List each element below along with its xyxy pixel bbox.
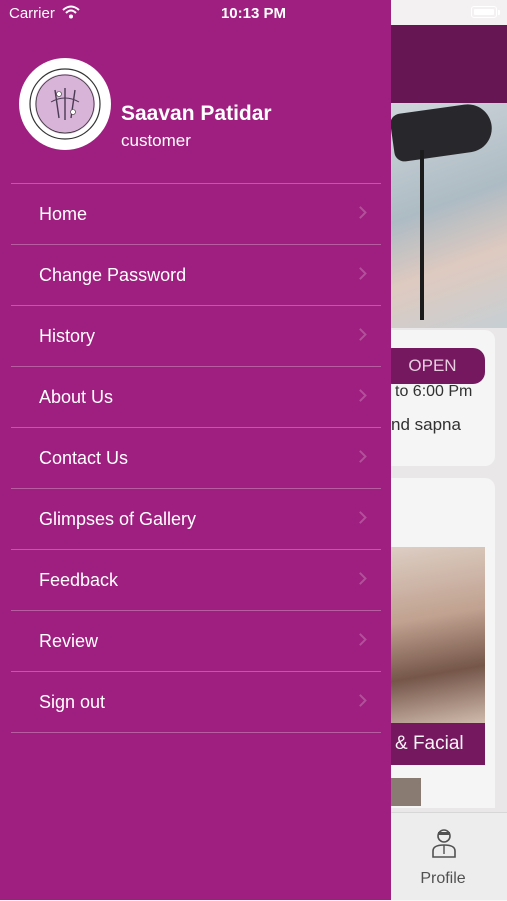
status-bar: Carrier 10:13 PM [0,0,507,25]
avatar[interactable] [19,58,111,150]
chevron-right-icon [354,389,367,402]
menu-item-label: Contact Us [39,448,129,468]
chevron-right-icon [354,572,367,585]
battery-tip [498,10,500,15]
menu-item-label: Glimpses of Gallery [39,509,197,529]
menu-item-sign-out[interactable]: Sign out [11,672,381,733]
menu-item-home[interactable]: Home [11,184,381,245]
chevron-right-icon [354,206,367,219]
menu-item-about-us[interactable]: About Us [11,367,381,428]
menu-item-review[interactable]: Review [11,611,381,672]
menu-item-label: History [39,326,96,346]
menu-item-history[interactable]: History [11,306,381,367]
chevron-right-icon [354,267,367,280]
chevron-right-icon [354,633,367,646]
menu-item-label: Change Password [39,265,187,285]
menu-item-label: Review [39,631,99,651]
battery-icon [471,6,497,18]
menu-item-gallery[interactable]: Glimpses of Gallery [11,489,381,550]
menu-item-feedback[interactable]: Feedback [11,550,381,611]
chevron-right-icon [354,511,367,524]
menu-item-change-password[interactable]: Change Password [11,245,381,306]
chevron-right-icon [354,328,367,341]
menu-item-label: Feedback [39,570,119,590]
chevron-right-icon [354,450,367,463]
chevron-right-icon [354,694,367,707]
navigation-drawer: Saavan Patidar customer Home Change Pass… [0,0,391,900]
drawer-menu: Home Change Password History About Us Co… [11,183,381,733]
menu-item-label: Home [39,204,88,224]
user-name: Saavan Patidar [121,102,272,125]
user-role: customer [121,131,191,150]
salon-logo-icon [29,68,101,140]
menu-item-contact-us[interactable]: Contact Us [11,428,381,489]
menu-item-label: About Us [39,387,114,407]
menu-item-label: Sign out [39,692,106,712]
status-time: 10:13 PM [220,5,287,22]
drawer-overlay[interactable] [391,25,507,900]
